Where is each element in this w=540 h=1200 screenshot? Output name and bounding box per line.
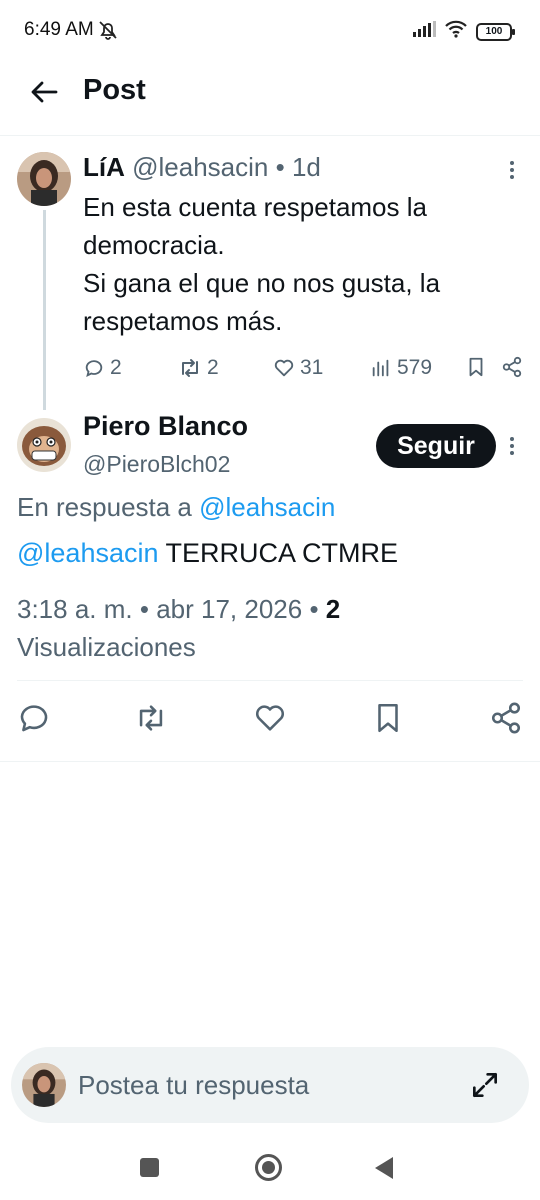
share-icon[interactable] <box>489 701 523 735</box>
replying-to: En respuesta a @leahsacin <box>17 492 335 523</box>
header-divider <box>0 135 540 136</box>
like-button[interactable]: 31 <box>273 356 323 380</box>
thread-line <box>43 210 46 410</box>
reply-post-text: @leahsacin TERRUCA CTMRE <box>17 538 398 569</box>
bookmark-icon[interactable] <box>371 701 405 735</box>
post-text-line: respetamos más. <box>83 306 283 336</box>
reply-body: TERRUCA CTMRE <box>165 538 399 568</box>
replying-to-label: En respuesta a <box>17 492 192 522</box>
parent-post-text: En esta cuenta respetamos la democracia.… <box>83 188 523 340</box>
post-time: 3:18 a. m. <box>17 594 133 624</box>
post-date: abr 17, 2026 <box>156 594 303 624</box>
separator: • <box>275 152 285 182</box>
views-label[interactable]: Visualizaciones <box>17 632 196 662</box>
replying-to-handle-link[interactable]: @leahsacin <box>199 492 335 522</box>
analytics-icon <box>372 359 389 377</box>
expand-icon[interactable] <box>469 1069 501 1101</box>
author-handle[interactable]: @leahsacin <box>132 152 268 182</box>
avatar[interactable] <box>17 152 71 206</box>
like-count: 31 <box>300 356 324 379</box>
separator: • <box>309 594 319 624</box>
nav-back-icon[interactable] <box>375 1157 393 1179</box>
recents-icon[interactable] <box>140 1158 159 1177</box>
status-time: 6:49 AM <box>24 19 94 40</box>
views-count[interactable]: 2 <box>326 594 340 624</box>
post-age: 1d <box>291 152 321 182</box>
home-icon[interactable] <box>255 1154 282 1181</box>
heart-icon[interactable] <box>253 701 287 735</box>
reply-button[interactable]: 2 <box>83 356 122 380</box>
battery-icon: 100 <box>476 22 515 41</box>
author-handle[interactable]: @PieroBlch02 <box>83 451 230 478</box>
reply-icon <box>85 360 103 378</box>
alarm-muted-icon <box>97 20 119 45</box>
status-indicators: 100 <box>412 20 515 43</box>
reply-input-placeholder[interactable]: Postea tu respuesta <box>78 1070 309 1101</box>
page-title: Post <box>83 74 146 106</box>
repost-button[interactable]: 2 <box>178 356 219 380</box>
system-nav-bar <box>0 1138 540 1200</box>
repost-icon <box>182 359 198 377</box>
repost-count: 2 <box>207 356 219 379</box>
bookmark-icon <box>469 357 483 377</box>
back-arrow-icon[interactable] <box>28 76 60 108</box>
author-name[interactable]: Piero Blanco <box>83 411 248 442</box>
share-icon <box>502 356 522 378</box>
post-text-line: En esta cuenta respetamos la <box>83 192 427 222</box>
mention-link[interactable]: @leahsacin <box>17 538 159 568</box>
author-name[interactable]: LíA <box>83 152 125 182</box>
parent-post-actions: 2 2 31 579 <box>83 356 528 386</box>
top-bar: Post <box>0 60 540 136</box>
divider <box>0 761 540 762</box>
more-options-icon[interactable] <box>502 157 522 183</box>
reply-icon[interactable] <box>17 701 51 735</box>
share-button[interactable] <box>501 356 523 378</box>
avatar[interactable] <box>17 418 71 472</box>
bookmark-button[interactable] <box>465 356 487 378</box>
views-count: 579 <box>397 356 433 379</box>
heart-icon <box>274 359 294 377</box>
separator: • <box>139 594 149 624</box>
status-bar: 6:49 AM 100 <box>0 0 540 60</box>
avatar <box>22 1063 66 1107</box>
signal-icon <box>412 21 436 42</box>
views-button[interactable]: 579 <box>370 356 432 380</box>
post-metadata: 3:18 a. m. • abr 17, 2026 • 2 Visualizac… <box>17 590 517 666</box>
follow-button[interactable]: Seguir <box>376 424 496 468</box>
divider <box>17 680 523 681</box>
post-text-line: democracia. <box>83 230 225 260</box>
more-options-icon[interactable] <box>502 433 522 459</box>
wifi-icon <box>444 20 468 43</box>
repost-icon[interactable] <box>134 701 168 735</box>
reply-composer[interactable]: Postea tu respuesta <box>11 1047 529 1123</box>
parent-post-header: LíA @leahsacin • 1d <box>83 152 321 183</box>
reply-count: 2 <box>110 356 122 379</box>
post-text-line: Si gana el que no nos gusta, la <box>83 268 441 298</box>
